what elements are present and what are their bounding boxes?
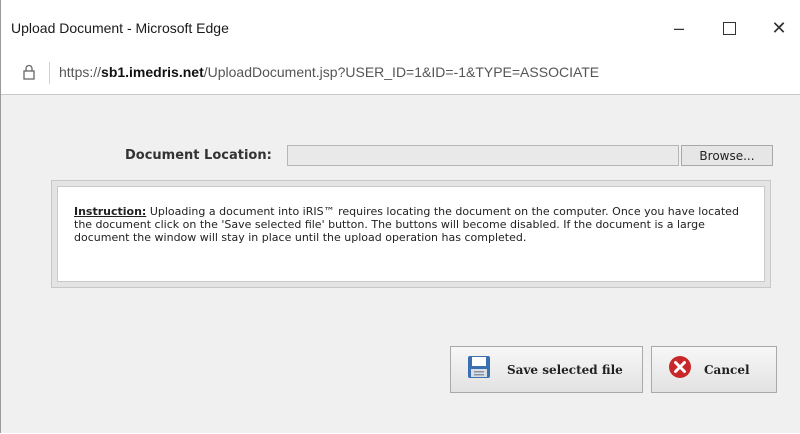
close-button[interactable]: ✕ xyxy=(756,8,800,48)
cancel-button[interactable]: Cancel xyxy=(651,346,777,393)
instruction-heading: Instruction: xyxy=(74,205,147,218)
title-bar: Upload Document - Microsoft Edge – ✕ xyxy=(1,0,800,52)
document-location-label: Document Location: xyxy=(125,148,272,163)
minimize-button[interactable]: – xyxy=(656,8,702,48)
save-selected-file-button[interactable]: Save selected file xyxy=(450,346,643,393)
upload-content: Document Location: Browse... Instruction… xyxy=(1,95,800,433)
maximize-button[interactable] xyxy=(706,8,752,48)
maximize-icon xyxy=(722,21,736,35)
minimize-icon: – xyxy=(673,17,684,38)
save-button-label: Save selected file xyxy=(507,362,623,377)
window-title: Upload Document - Microsoft Edge xyxy=(11,20,229,36)
instruction-panel: Instruction: Uploading a document into i… xyxy=(51,180,771,288)
address-separator xyxy=(49,62,50,84)
instruction-text: Uploading a document into iRIS™ requires… xyxy=(74,205,739,244)
address-bar: https://sb1.imedris.net/UploadDocument.j… xyxy=(1,52,800,95)
instruction-box: Instruction: Uploading a document into i… xyxy=(57,186,765,282)
cancel-button-label: Cancel xyxy=(704,362,750,377)
close-icon: ✕ xyxy=(771,17,787,38)
lock-icon xyxy=(23,64,35,85)
url-field[interactable]: https://sb1.imedris.net/UploadDocument.j… xyxy=(59,64,599,80)
browse-button[interactable]: Browse... xyxy=(681,145,773,166)
cancel-x-icon xyxy=(668,355,692,384)
document-location-input[interactable] xyxy=(287,145,679,166)
floppy-disk-icon xyxy=(467,355,491,384)
url-prefix: https:// xyxy=(59,64,102,80)
url-domain: sb1.imedris.net xyxy=(101,64,204,80)
browser-window: Upload Document - Microsoft Edge – ✕ htt… xyxy=(0,0,800,433)
url-path: /UploadDocument.jsp?USER_ID=1&ID=-1&TYPE… xyxy=(203,64,600,80)
